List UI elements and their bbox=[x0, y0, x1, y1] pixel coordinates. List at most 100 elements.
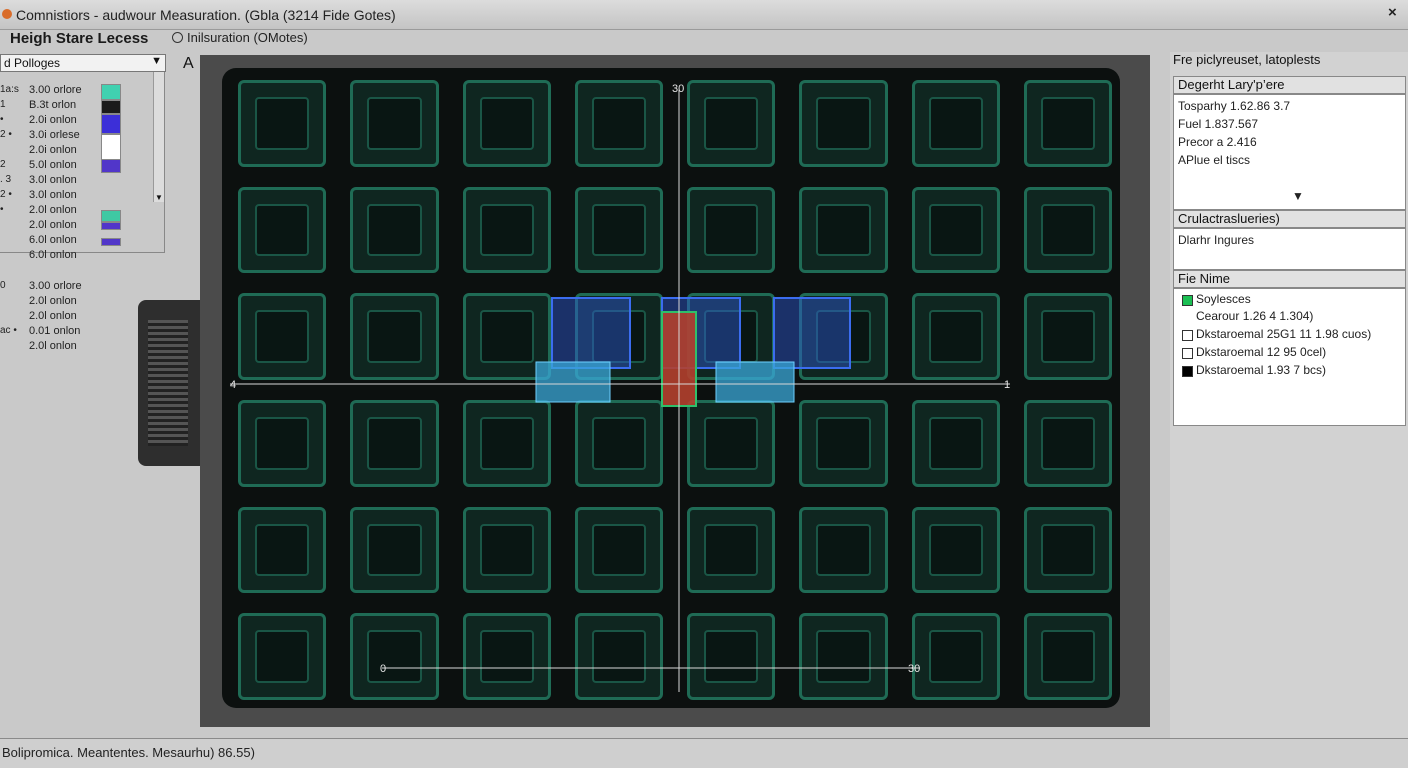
legend-label: 3.00 orlore bbox=[29, 280, 82, 292]
wafer-tile bbox=[350, 293, 439, 380]
tile-inner bbox=[255, 417, 310, 470]
legend-prefix: 0 bbox=[0, 280, 6, 291]
wafer-tile bbox=[799, 400, 888, 487]
wafer-tile bbox=[1023, 400, 1112, 487]
wafer-tile bbox=[911, 613, 1000, 700]
wafer-tile bbox=[799, 80, 888, 167]
legend-row: 6.0l onlon bbox=[0, 234, 100, 249]
tile-inner bbox=[591, 630, 646, 683]
properties-panel: Fre piclyreuset, latoplests Degerht Lary… bbox=[1170, 52, 1408, 742]
wafer-tile bbox=[911, 186, 1000, 274]
wafer-tile bbox=[1023, 80, 1112, 167]
tile-inner bbox=[367, 97, 422, 150]
legend-row: 1 B.3t orlon bbox=[0, 99, 100, 114]
checkbox[interactable] bbox=[1182, 330, 1193, 341]
wafer-tile bbox=[238, 400, 327, 487]
wafer-tile bbox=[462, 293, 551, 380]
color-swatch[interactable] bbox=[101, 222, 121, 230]
tile-inner bbox=[704, 203, 759, 257]
legend-scrollbar[interactable]: ▼ bbox=[153, 72, 164, 202]
wafer-board[interactable] bbox=[222, 68, 1120, 708]
legend-row: 2.0i onlon bbox=[0, 144, 100, 159]
wafer-tile bbox=[350, 506, 439, 594]
close-icon[interactable]: × bbox=[1388, 4, 1397, 21]
chevron-down-icon[interactable]: ▼ bbox=[1292, 189, 1304, 203]
wafer-tile bbox=[687, 186, 776, 274]
legend-row: 2.0l onlon bbox=[0, 310, 100, 325]
tile-inner bbox=[367, 310, 422, 363]
wafer-tile bbox=[574, 506, 663, 594]
legend-label: 6.0l onlon bbox=[29, 249, 77, 261]
tile-inner bbox=[591, 310, 646, 363]
wafer-tile bbox=[1023, 613, 1112, 700]
radio-icon[interactable] bbox=[172, 32, 183, 43]
legend-label: 3.00 orlore bbox=[29, 84, 82, 96]
wafer-tile bbox=[350, 186, 439, 274]
option-label: Inilsuration (OMotes) bbox=[187, 30, 308, 45]
fie-nime-header: Fie Nime bbox=[1173, 270, 1406, 288]
pollages-dropdown[interactable]: d Polloges ▼ bbox=[0, 54, 166, 72]
wafer-tile bbox=[238, 293, 327, 380]
wafer-tile bbox=[799, 186, 888, 274]
legend-label: 3.0l onlon bbox=[29, 174, 77, 186]
wafer-tile bbox=[687, 613, 776, 700]
color-swatch[interactable] bbox=[101, 210, 121, 222]
property-line: Precor a 2.416 bbox=[1178, 135, 1257, 149]
color-swatch[interactable] bbox=[101, 100, 121, 114]
legend-label: 3.0i orlese bbox=[29, 129, 80, 141]
tile-inner bbox=[367, 630, 422, 683]
tile-inner bbox=[479, 523, 534, 577]
window-title: Comnistiors - audwour Measuration. (Gbla… bbox=[16, 7, 396, 23]
color-swatch[interactable] bbox=[101, 159, 121, 173]
color-swatch[interactable] bbox=[101, 84, 121, 100]
tile-inner bbox=[367, 203, 422, 257]
wafer-tile bbox=[238, 186, 327, 274]
tile-inner bbox=[255, 310, 310, 363]
tile-inner bbox=[816, 630, 871, 683]
tile-inner bbox=[1040, 203, 1095, 257]
checkbox[interactable] bbox=[1182, 295, 1193, 306]
wafer-tile bbox=[574, 186, 663, 274]
legend-row: 2.0l onlon bbox=[0, 340, 100, 355]
tile-inner bbox=[816, 417, 871, 470]
inilsuration-option[interactable]: Inilsuration (OMotes) bbox=[172, 30, 308, 45]
wafer-tile bbox=[911, 80, 1000, 167]
tile-inner bbox=[704, 310, 759, 363]
wafer-tile bbox=[799, 613, 888, 700]
wafer-tile bbox=[911, 506, 1000, 594]
wafer-tile bbox=[350, 80, 439, 167]
legend-prefix: • bbox=[0, 114, 4, 125]
crulact-box: Dlarhr Ingures bbox=[1173, 228, 1406, 270]
chevron-down-icon[interactable]: ▼ bbox=[151, 55, 162, 67]
scroll-down-icon[interactable]: ▼ bbox=[155, 193, 163, 202]
legend-prefix: 1a:s bbox=[0, 84, 19, 95]
wafer-tile bbox=[462, 80, 551, 167]
wafer-tile bbox=[462, 506, 551, 594]
tile-inner bbox=[591, 523, 646, 577]
wafer-tile bbox=[462, 613, 551, 700]
wafer-tile bbox=[462, 400, 551, 487]
legend-row: • 2.0i onlon bbox=[0, 114, 100, 129]
legend-label: 2.0l onlon bbox=[29, 295, 77, 307]
color-swatch[interactable] bbox=[101, 238, 121, 246]
tile-inner bbox=[704, 523, 759, 577]
checkbox[interactable] bbox=[1182, 348, 1193, 359]
legend-label: 2.0l onlon bbox=[29, 310, 77, 322]
checkbox[interactable] bbox=[1182, 366, 1193, 377]
legend-row: 2 5.0l onlon bbox=[0, 159, 100, 174]
color-swatch[interactable] bbox=[101, 114, 121, 134]
wafer-tile bbox=[687, 80, 776, 167]
tile-inner bbox=[928, 97, 983, 150]
tile-inner bbox=[816, 523, 871, 577]
legend-label: 0.01 onlon bbox=[29, 325, 81, 337]
legend-label: 2.0i onlon bbox=[29, 114, 77, 126]
tile-inner bbox=[479, 630, 534, 683]
wafer-tile bbox=[574, 400, 663, 487]
app-icon bbox=[2, 9, 12, 19]
tile-inner bbox=[704, 97, 759, 150]
legend-row: 2.0l onlon bbox=[0, 219, 100, 234]
legend-row: 0 3.00 orlore bbox=[0, 280, 100, 295]
color-swatch[interactable] bbox=[101, 134, 121, 160]
legend-prefix: ac • bbox=[0, 325, 17, 336]
tile-inner bbox=[479, 310, 534, 363]
